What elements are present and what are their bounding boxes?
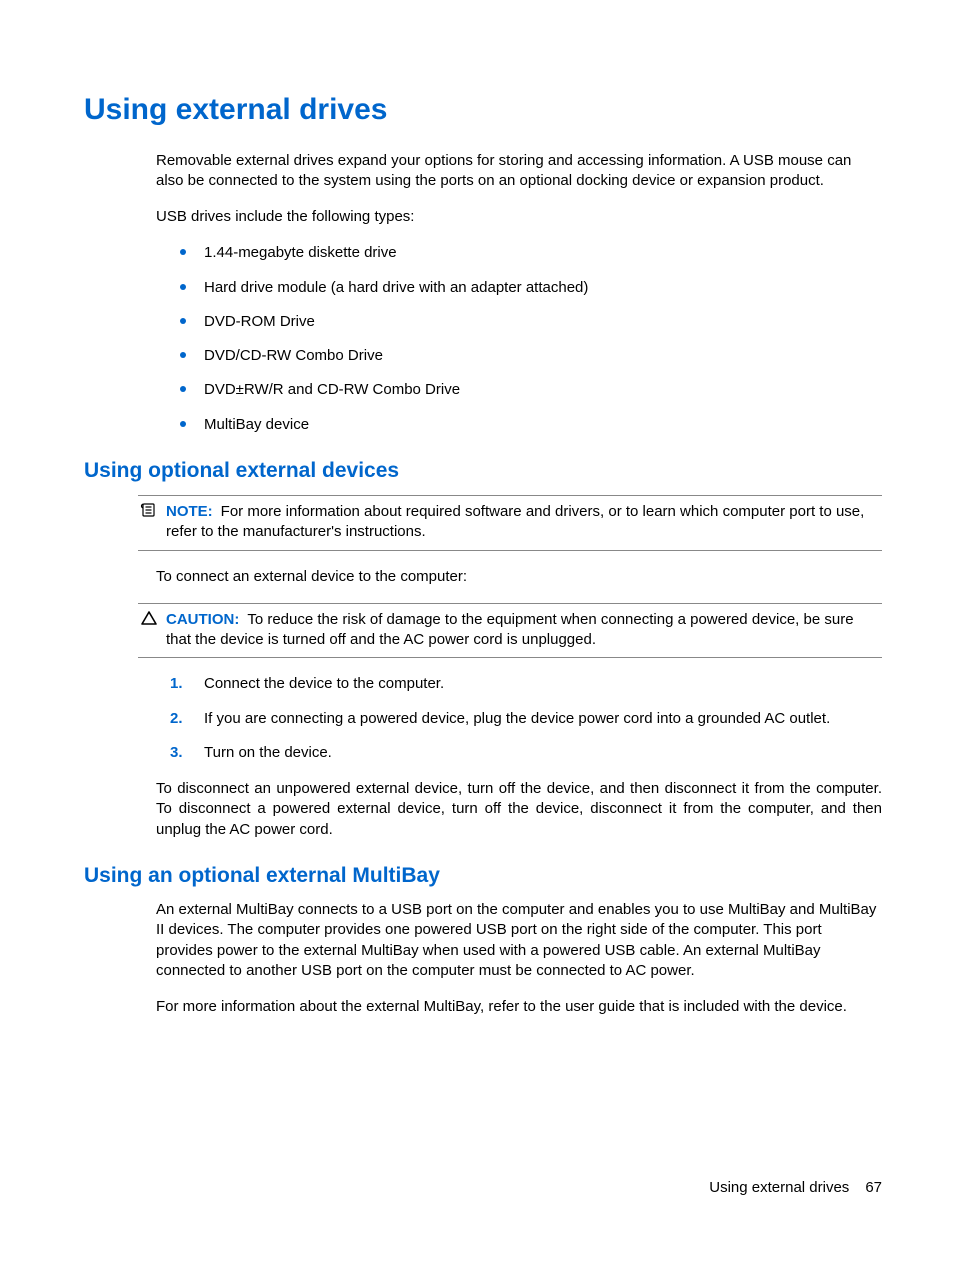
- note-icon: [138, 502, 160, 524]
- step-item: 2. If you are connecting a powered device…: [156, 709, 882, 729]
- list-item-label: DVD-ROM Drive: [204, 313, 315, 330]
- step-text: Connect the device to the computer.: [204, 675, 444, 692]
- step-number: 1.: [170, 674, 183, 694]
- step-text: If you are connecting a powered device, …: [204, 710, 830, 727]
- list-item: 1.44-megabyte diskette drive: [156, 243, 882, 263]
- footer-title: Using external drives: [709, 1179, 849, 1196]
- optional-devices-block: NOTE:For more information about required…: [138, 495, 882, 840]
- note-text: For more information about required soft…: [166, 503, 864, 540]
- page-number: 67: [865, 1179, 882, 1196]
- usb-types-list: 1.44-megabyte diskette drive Hard drive …: [156, 243, 882, 435]
- caution-label: CAUTION:: [166, 611, 239, 628]
- list-item: MultiBay device: [156, 415, 882, 435]
- steps-list: 1. Connect the device to the computer. 2.…: [156, 674, 882, 763]
- disconnect-paragraph: To disconnect an unpowered external devi…: [156, 779, 882, 840]
- bullet-icon: [180, 352, 186, 358]
- intro-paragraph: Removable external drives expand your op…: [156, 151, 882, 192]
- list-item: DVD-ROM Drive: [156, 312, 882, 332]
- bullet-icon: [180, 318, 186, 324]
- bullet-icon: [180, 284, 186, 290]
- note-label: NOTE:: [166, 503, 213, 520]
- bullet-icon: [180, 249, 186, 255]
- caution-callout: CAUTION:To reduce the risk of damage to …: [138, 603, 882, 659]
- list-item: Hard drive module (a hard drive with an …: [156, 278, 882, 298]
- intro-block: Removable external drives expand your op…: [156, 151, 882, 435]
- step-number: 2.: [170, 709, 183, 729]
- bullet-icon: [180, 386, 186, 392]
- step-item: 1. Connect the device to the computer.: [156, 674, 882, 694]
- multibay-para1: An external MultiBay connects to a USB p…: [156, 900, 882, 981]
- list-item-label: Hard drive module (a hard drive with an …: [204, 279, 588, 296]
- list-item-label: DVD/CD-RW Combo Drive: [204, 347, 383, 364]
- list-item-label: 1.44-megabyte diskette drive: [204, 244, 397, 261]
- list-item-label: DVD±RW/R and CD-RW Combo Drive: [204, 381, 460, 398]
- multibay-block: An external MultiBay connects to a USB p…: [156, 900, 882, 1017]
- bullet-icon: [180, 421, 186, 427]
- caution-text: To reduce the risk of damage to the equi…: [166, 611, 854, 648]
- page-footer: Using external drives 67: [709, 1178, 882, 1198]
- section-heading-optional-devices: Using optional external devices: [84, 457, 882, 485]
- usb-lead: USB drives include the following types:: [156, 207, 882, 227]
- connect-lead: To connect an external device to the com…: [156, 567, 882, 587]
- list-item: DVD/CD-RW Combo Drive: [156, 346, 882, 366]
- caution-icon: [138, 610, 160, 632]
- step-item: 3. Turn on the device.: [156, 743, 882, 763]
- step-text: Turn on the device.: [204, 744, 332, 761]
- page-heading: Using external drives: [84, 90, 882, 131]
- list-item-label: MultiBay device: [204, 416, 309, 433]
- list-item: DVD±RW/R and CD-RW Combo Drive: [156, 380, 882, 400]
- note-callout: NOTE:For more information about required…: [138, 495, 882, 551]
- multibay-para2: For more information about the external …: [156, 997, 882, 1017]
- step-number: 3.: [170, 743, 183, 763]
- section-heading-multibay: Using an optional external MultiBay: [84, 862, 882, 890]
